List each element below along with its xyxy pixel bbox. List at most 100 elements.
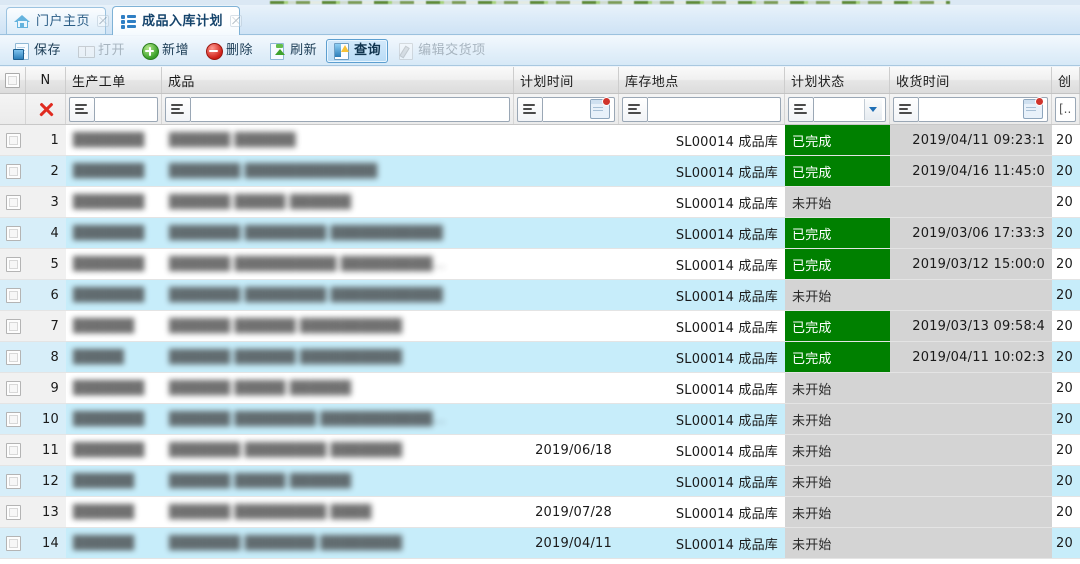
column-header-plantime[interactable]: 计划时间 <box>514 67 619 93</box>
cell-select[interactable] <box>0 497 26 527</box>
table-row[interactable]: 3 ███████ ██████ █████ ██████ SL00014 成品库 未开… <box>0 187 1080 218</box>
cell-select[interactable] <box>0 528 26 558</box>
table-row[interactable]: 13 ██████ ██████ █████████ ████ 2019/07/28 S… <box>0 497 1080 528</box>
cell-text-createtime: 20 <box>1056 163 1073 179</box>
toolbar-button-5[interactable]: 刷新 <box>262 39 324 63</box>
table-row[interactable]: 5 ███████ ██████ ██████████ █████████... SL… <box>0 249 1080 280</box>
cell-status: 已完成 <box>785 218 890 248</box>
column-header-select[interactable] <box>0 67 26 93</box>
cell-text-n: 8 <box>50 349 59 365</box>
column-header-n[interactable]: N <box>26 67 66 93</box>
column-header-order[interactable]: 生产工单 <box>66 67 162 93</box>
row-checkbox[interactable] <box>5 535 21 551</box>
row-checkbox[interactable] <box>5 442 21 458</box>
row-checkbox[interactable] <box>5 163 21 179</box>
cell-text-order: ███████ <box>73 442 145 458</box>
cell-plantime: 2019/07/28 <box>514 497 619 527</box>
table-row[interactable]: 14 ██████ ███████ ███████ ████████ 2019/04/… <box>0 528 1080 559</box>
row-checkbox[interactable] <box>5 411 21 427</box>
close-icon[interactable] <box>230 15 243 27</box>
cell-plantime <box>514 342 619 372</box>
chevron-down-icon[interactable] <box>864 98 882 120</box>
toolbar-button-4[interactable]: 删除 <box>198 39 260 63</box>
cell-n: 8 <box>26 342 66 372</box>
column-header-recvtime[interactable]: 收货时间 <box>890 67 1052 93</box>
column-header-label: N <box>40 72 51 88</box>
cell-product: ██████ ████████ ███████████... <box>162 404 514 434</box>
table-row[interactable]: 2 ███████ ███████ █████████████ SL00014 成品库… <box>0 156 1080 187</box>
row-checkbox[interactable] <box>5 225 21 241</box>
table-row[interactable]: 12 ██████ ██████ █████ ██████ SL00014 成品库 未开… <box>0 466 1080 497</box>
toolbar-button-label: 删除 <box>226 43 254 58</box>
toolbar-button-6[interactable]: 查询 <box>326 38 389 63</box>
filter-icon-location[interactable] <box>622 96 648 122</box>
filter-input-createtime[interactable]: [... <box>1055 96 1076 122</box>
column-header-location[interactable]: 库存地点 <box>619 67 785 93</box>
cell-product: ███████ ████████ ███████ <box>162 435 514 465</box>
table-row[interactable]: 6 ███████ ███████ ████████ ███████████ SL00… <box>0 280 1080 311</box>
cell-order: ███████ <box>66 187 162 217</box>
table-row[interactable]: 1 ███████ ██████ ██████ SL00014 成品库 已完成 2019/… <box>0 125 1080 156</box>
cell-product: ███████ ████████ ███████████ <box>162 280 514 310</box>
row-checkbox[interactable] <box>5 349 21 365</box>
calendar-icon-recvtime[interactable] <box>1023 97 1044 119</box>
table-row[interactable]: 10 ███████ ██████ ████████ ███████████... S… <box>0 404 1080 435</box>
cell-text-recvtime: 2019/03/12 15:00:0 <box>912 256 1045 272</box>
filter-input-product[interactable] <box>191 96 510 122</box>
row-checkbox[interactable] <box>5 256 21 272</box>
row-checkbox[interactable] <box>5 287 21 303</box>
cell-select[interactable] <box>0 311 26 341</box>
cell-select[interactable] <box>0 342 26 372</box>
cell-select[interactable] <box>0 156 26 186</box>
cell-select[interactable] <box>0 435 26 465</box>
column-header-label: 生产工单 <box>72 74 126 90</box>
cell-select[interactable] <box>0 125 26 155</box>
table-row[interactable]: 11 ███████ ███████ ████████ ███████ 2019/06… <box>0 435 1080 466</box>
close-icon[interactable] <box>97 15 110 27</box>
cell-select[interactable] <box>0 373 26 403</box>
cell-plantime <box>514 125 619 155</box>
tab-2[interactable]: 成品入库计划 <box>112 6 243 35</box>
filter-input-location[interactable] <box>648 96 781 122</box>
cell-recvtime <box>890 373 1052 403</box>
table-row[interactable]: 9 ███████ ██████ █████ ██████ SL00014 成品库 未开… <box>0 373 1080 404</box>
filter-input-plantime[interactable] <box>543 96 615 122</box>
cell-select[interactable] <box>0 249 26 279</box>
cell-status: 已完成 <box>785 311 890 341</box>
cell-text-product: ██████ █████ ██████ <box>169 473 352 489</box>
toolbar-button-3[interactable]: 新增 <box>134 39 196 63</box>
cell-select[interactable] <box>0 187 26 217</box>
cell-location: SL00014 成品库 <box>619 342 785 372</box>
cell-select[interactable] <box>0 280 26 310</box>
column-header-status[interactable]: 计划状态 <box>785 67 890 93</box>
cell-select[interactable] <box>0 466 26 496</box>
cell-select[interactable] <box>0 404 26 434</box>
table-row[interactable]: 7 ██████ ██████ ██████ ██████████ SL00014 成… <box>0 311 1080 342</box>
row-checkbox[interactable] <box>5 318 21 334</box>
filter-input-status[interactable] <box>814 96 886 122</box>
filter-input-order[interactable] <box>95 96 158 122</box>
filter-icon-order[interactable] <box>69 96 95 122</box>
row-checkbox[interactable] <box>5 473 21 489</box>
column-header-product[interactable]: 成品 <box>162 67 514 93</box>
grid-header-row: N 生产工单 成品 计划时间 库存地点 计划状态 收货时间 创 <box>0 67 1080 94</box>
filter-icon-plantime[interactable] <box>517 96 543 122</box>
calendar-icon-plantime[interactable] <box>590 97 611 119</box>
table-row[interactable]: 4 ███████ ███████ ████████ ███████████ SL00… <box>0 218 1080 249</box>
toolbar-button-1[interactable]: 保存 <box>6 39 68 63</box>
row-checkbox[interactable] <box>5 194 21 210</box>
cell-order: ███████ <box>66 125 162 155</box>
cell-select[interactable] <box>0 218 26 248</box>
filter-icon-recvtime[interactable] <box>893 96 919 122</box>
row-checkbox[interactable] <box>5 380 21 396</box>
row-checkbox[interactable] <box>5 132 21 148</box>
table-row[interactable]: 8 █████ ██████ ██████ ██████████ SL00014 成品… <box>0 342 1080 373</box>
filter-icon-status[interactable] <box>788 96 814 122</box>
filter-icon-product[interactable] <box>165 96 191 122</box>
row-checkbox[interactable] <box>5 504 21 520</box>
select-all-checkbox[interactable] <box>5 72 20 88</box>
column-header-createtime[interactable]: 创 <box>1052 67 1080 93</box>
filter-input-recvtime[interactable] <box>919 96 1048 122</box>
clear-filter-icon[interactable] <box>35 98 57 120</box>
tab-1[interactable]: 门户主页 <box>6 7 110 34</box>
